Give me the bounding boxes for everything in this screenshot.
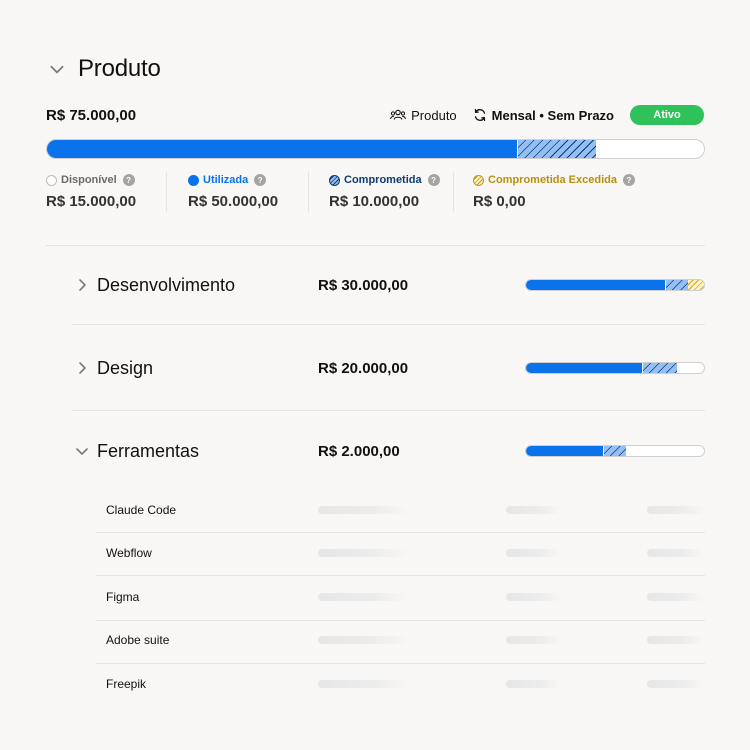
used-segment: [526, 363, 642, 373]
refresh-icon: [474, 108, 485, 122]
category-row[interactable]: Desenvolvimento R$ 30.000,00: [72, 272, 705, 298]
loading-placeholder: [506, 506, 562, 514]
used-segment: [47, 140, 517, 158]
loading-placeholder: [506, 593, 562, 601]
item-name: Claude Code: [106, 503, 177, 517]
legend-committed: Comprometida ? R$ 10.000,00: [329, 172, 440, 212]
category-amount: R$ 30.000,00: [318, 276, 409, 294]
legend-label: Disponível: [61, 174, 117, 186]
budget-progress-bar: [46, 139, 705, 159]
loading-placeholder: [647, 549, 705, 557]
legend-label: Utilizada: [203, 174, 249, 186]
row-divider: [72, 410, 705, 411]
loading-placeholder: [647, 680, 705, 688]
budget-summary: R$ 75.000,00 Produto Mensal • Sem Prazo …: [46, 104, 704, 126]
category-amount: R$ 2.000,00: [318, 442, 400, 460]
row-divider: [96, 620, 705, 621]
loading-placeholder: [647, 636, 705, 644]
list-item[interactable]: Webflow: [96, 542, 705, 564]
used-dot-icon: [188, 174, 199, 186]
help-icon[interactable]: ?: [427, 174, 440, 186]
list-item[interactable]: Figma: [96, 586, 705, 608]
legend-value: R$ 50.000,00: [188, 193, 279, 210]
users-icon: [390, 109, 407, 120]
row-divider: [96, 575, 705, 576]
category-tag: Produto: [390, 108, 457, 123]
status-badge: Ativo: [630, 105, 704, 125]
category-name: Desenvolvimento: [97, 274, 236, 295]
used-segment: [526, 446, 603, 456]
category-name: Design: [97, 357, 154, 378]
item-name: Freepik: [106, 677, 147, 691]
list-item[interactable]: Claude Code: [96, 499, 705, 521]
loading-placeholder: [506, 549, 562, 557]
exceeded-segment: [687, 280, 704, 290]
committed-segment: [602, 446, 626, 456]
legend-value: R$ 0,00: [473, 193, 526, 210]
legend-value: R$ 15.000,00: [46, 193, 137, 210]
budget-total: R$ 75.000,00: [46, 106, 137, 124]
legend-label: Comprometida: [344, 174, 422, 186]
legend-used: Utilizada ? R$ 50.000,00: [188, 172, 278, 212]
category-progress-bar: [525, 279, 705, 291]
chevron-right-icon[interactable]: [74, 277, 90, 293]
row-divider: [96, 663, 705, 664]
category-label: Produto: [411, 107, 457, 123]
category-row[interactable]: Ferramentas R$ 2.000,00: [72, 438, 705, 464]
category-amount: R$ 20.000,00: [318, 359, 409, 377]
exceeded-dot-icon: [473, 174, 484, 186]
chevron-down-icon[interactable]: [74, 443, 90, 459]
row-divider: [72, 324, 705, 325]
item-name: Adobe suite: [106, 633, 170, 647]
category-row[interactable]: Design R$ 20.000,00: [72, 355, 705, 381]
help-icon[interactable]: ?: [122, 174, 135, 186]
page-header: Produto: [48, 55, 161, 83]
list-item[interactable]: Adobe suite: [96, 629, 705, 651]
row-divider: [96, 532, 705, 533]
help-icon[interactable]: ?: [622, 174, 635, 186]
used-segment: [526, 280, 665, 290]
legend-divider: [166, 172, 167, 212]
loading-placeholder: [647, 593, 705, 601]
loading-placeholder: [318, 549, 410, 557]
loading-placeholder: [318, 636, 410, 644]
list-item[interactable]: Freepik: [96, 673, 705, 695]
committed-segment: [516, 140, 596, 158]
item-name: Figma: [106, 590, 140, 604]
item-name: Webflow: [106, 546, 152, 560]
category-name: Ferramentas: [97, 440, 200, 461]
category-progress-bar: [525, 362, 705, 374]
loading-placeholder: [318, 680, 410, 688]
loading-placeholder: [318, 593, 410, 601]
period-label: Mensal • Sem Prazo: [491, 107, 614, 123]
page-title: Produto: [78, 55, 161, 82]
chevron-down-icon[interactable]: [48, 60, 66, 78]
loading-placeholder: [318, 506, 410, 514]
loading-placeholder: [647, 506, 705, 514]
legend-exceeded: Comprometida Excedida ? R$ 0,00: [473, 172, 635, 212]
period-tag: Mensal • Sem Prazo: [473, 108, 614, 123]
help-icon[interactable]: ?: [254, 174, 267, 186]
budget-meta: Produto Mensal • Sem Prazo Ativo: [390, 105, 704, 125]
budget-legend: Disponível ? R$ 15.000,00 Utilizada ? R$…: [46, 172, 686, 212]
legend-divider: [308, 172, 309, 212]
loading-placeholder: [506, 636, 562, 644]
available-dot-icon: [46, 174, 57, 186]
loading-placeholder: [506, 680, 562, 688]
section-divider: [46, 245, 705, 246]
legend-value: R$ 10.000,00: [329, 193, 420, 210]
legend-available: Disponível ? R$ 15.000,00: [46, 172, 136, 212]
committed-segment: [641, 363, 678, 373]
committed-segment: [664, 280, 688, 290]
category-progress-bar: [525, 445, 705, 457]
chevron-right-icon[interactable]: [74, 360, 90, 376]
legend-label: Comprometida Excedida: [488, 174, 617, 186]
legend-divider: [453, 172, 454, 212]
committed-dot-icon: [329, 174, 340, 186]
